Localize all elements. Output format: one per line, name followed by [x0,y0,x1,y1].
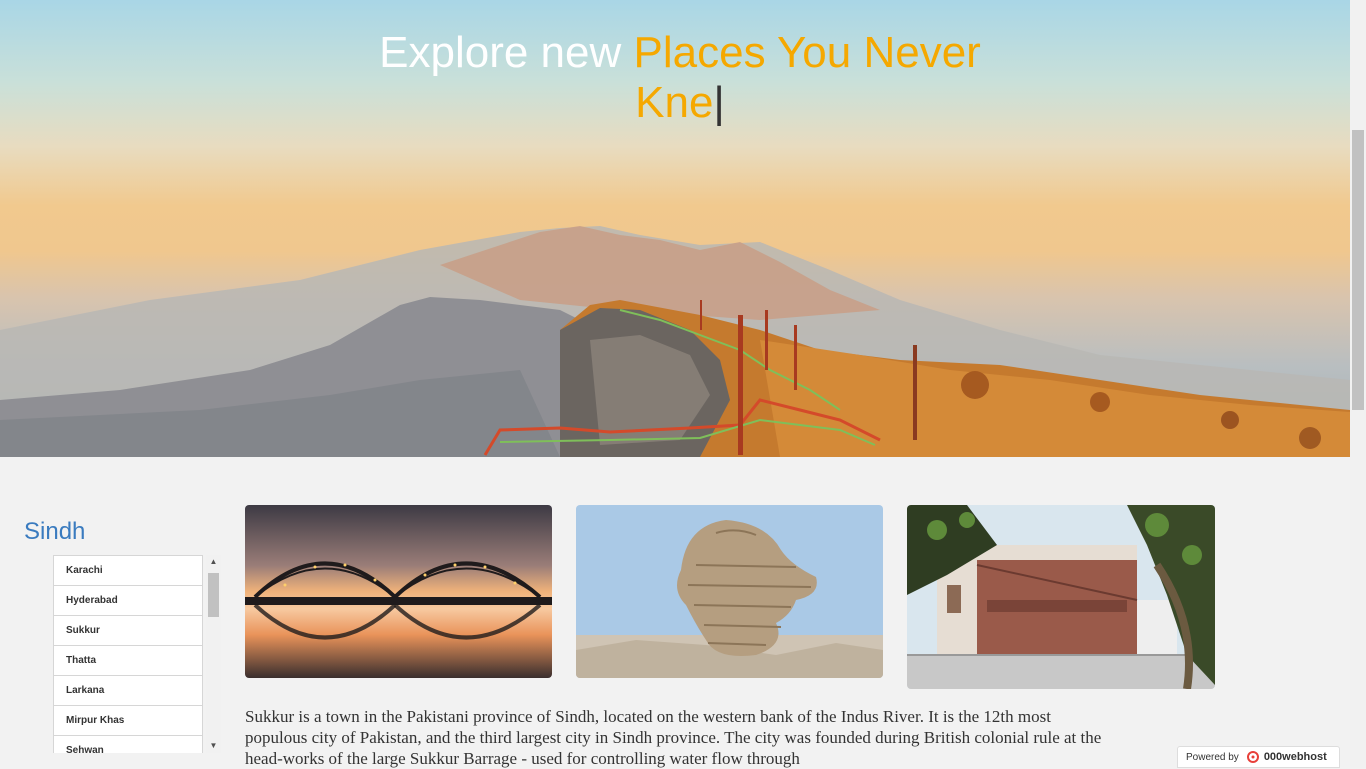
scroll-up-arrow-icon[interactable]: ▲ [206,555,221,569]
city-item-sehwan[interactable]: Sehwan [53,736,203,753]
city-item-thatta[interactable]: Thatta [53,646,203,676]
city-item-larkana[interactable]: Larkana [53,676,203,706]
rock-formation-photo[interactable] [576,505,883,678]
city-item-mirpur-khas[interactable]: Mirpur Khas [53,706,203,736]
page-scrollbar-thumb[interactable] [1352,130,1364,410]
city-item-karachi[interactable]: Karachi [53,555,203,586]
host-logo: 000webhost [1245,751,1327,763]
typing-caret: | [713,78,725,127]
hero-title-lead: Explore new [379,28,634,77]
powered-by-label: Powered by [1186,751,1239,763]
city-item-hyderabad[interactable]: Hyderabad [53,586,203,616]
city-item-sukkur[interactable]: Sukkur [53,616,203,646]
region-title: Sindh [24,518,86,545]
city-list-scrollbar[interactable]: ▲ ▼ [206,555,221,753]
powered-by-badge[interactable]: Powered by 000webhost [1177,746,1340,768]
city-list-scrollbar-thumb[interactable] [208,573,219,617]
host-brand: 000webhost [1263,751,1327,763]
hero-banner: Explore new Places You Never Kne| [0,0,1350,457]
page-scrollbar[interactable] [1350,0,1366,768]
scroll-down-arrow-icon[interactable]: ▼ [206,739,221,753]
000webhost-logo-icon [1246,751,1259,763]
city-list: Karachi Hyderabad Sukkur Thatta Larkana … [53,555,221,753]
historic-building-photo[interactable] [907,505,1215,689]
hero-title-accent: Places You Never Kne [633,28,981,127]
city-description: Sukkur is a town in the Pakistani provin… [245,707,1102,768]
hero-title: Explore new Places You Never Kne| [330,28,1030,128]
bridge-photo[interactable] [245,505,552,678]
